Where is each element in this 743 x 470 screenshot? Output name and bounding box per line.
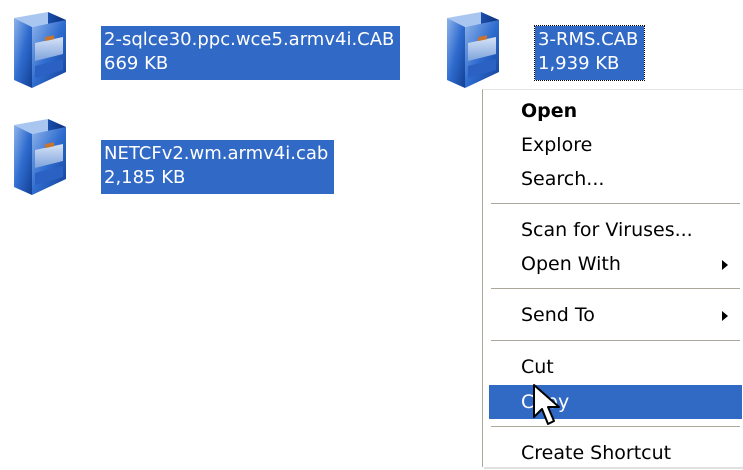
file-label[interactable]: 3-RMS.CAB 1,939 KB — [533, 25, 646, 81]
menu-item-label: Send To — [521, 304, 595, 326]
submenu-arrow-icon — [722, 260, 728, 270]
file-name: 3-RMS.CAB — [538, 29, 639, 50]
file-label[interactable]: 2-sqlce30.ppc.wce5.armv4i.CAB 669 KB — [101, 26, 401, 80]
file-size: 669 KB — [104, 53, 169, 74]
mouse-pointer-icon — [533, 384, 560, 425]
file-label[interactable]: NETCFv2.wm.armv4i.cab 2,185 KB — [101, 140, 335, 194]
context-menu: Open Explore Search... Scan for Viruses.… — [482, 89, 743, 467]
menu-separator — [491, 288, 740, 289]
cabinet-file-icon[interactable] — [441, 10, 505, 90]
file-size: 2,185 KB — [104, 167, 186, 188]
menu-item-open-with[interactable]: Open With — [489, 247, 742, 281]
cabinet-file-icon[interactable] — [8, 117, 72, 197]
cabinet-file-icon[interactable] — [8, 10, 72, 90]
menu-item-open[interactable]: Open — [489, 94, 742, 128]
menu-separator — [491, 203, 740, 204]
menu-item-copy[interactable]: Copy — [489, 385, 742, 419]
file-name: 2-sqlce30.ppc.wce5.armv4i.CAB — [104, 29, 395, 50]
menu-item-search[interactable]: Search... — [489, 162, 742, 196]
file-name: NETCFv2.wm.armv4i.cab — [104, 143, 329, 164]
menu-item-explore[interactable]: Explore — [489, 128, 742, 162]
menu-item-scan-for-viruses[interactable]: Scan for Viruses... — [489, 213, 742, 247]
menu-separator — [491, 426, 740, 427]
menu-item-send-to[interactable]: Send To — [489, 298, 742, 332]
file-size: 1,939 KB — [538, 53, 620, 74]
submenu-arrow-icon — [722, 311, 728, 321]
menu-item-cut[interactable]: Cut — [489, 350, 742, 384]
menu-separator — [491, 340, 740, 341]
menu-item-label: Open With — [521, 253, 621, 275]
menu-item-create-shortcut[interactable]: Create Shortcut — [489, 436, 742, 470]
